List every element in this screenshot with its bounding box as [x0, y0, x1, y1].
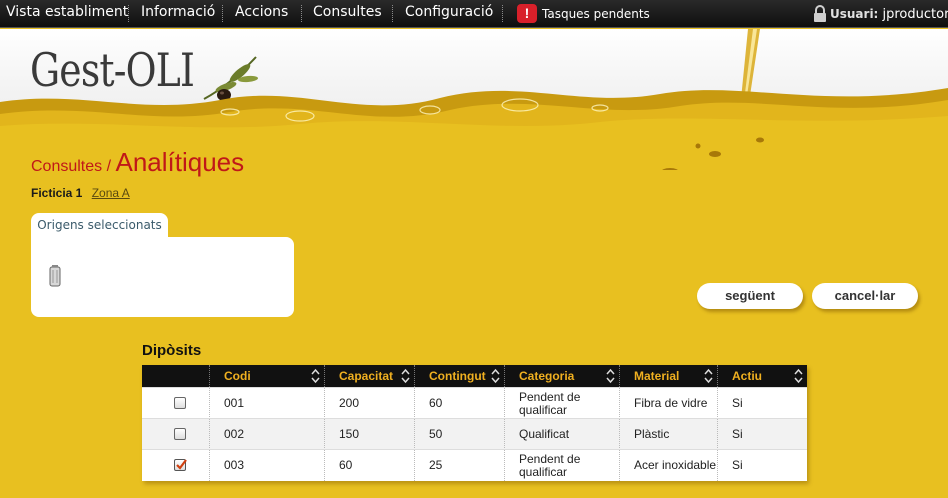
next-button[interactable]: següent — [697, 283, 803, 309]
table-row[interactable]: 002 150 50 Qualificat Plàstic Si — [142, 418, 807, 450]
origins-panel-tab[interactable]: Origens seleccionats — [31, 213, 168, 238]
tab-ficticia-1: Ficticia 1 — [31, 186, 83, 200]
table-title: Dipòsits — [142, 342, 202, 359]
column-label: Codi — [224, 369, 251, 383]
tanks-table: Codi Capacitat Contingut Categoria Mater… — [142, 365, 807, 481]
cell-contingut: 50 — [414, 419, 504, 450]
user-name: jproductor — [882, 7, 948, 22]
column-label: Contingut — [429, 369, 486, 383]
checkmark-icon — [176, 459, 187, 470]
cell-categoria: Qualificat — [504, 419, 619, 450]
sort-icon[interactable] — [491, 368, 500, 384]
row-checkbox[interactable] — [174, 397, 186, 409]
cell-capacitat: 150 — [324, 419, 414, 450]
row-checkbox[interactable] — [174, 428, 186, 440]
menu-separator — [392, 5, 393, 22]
column-label: Actiu — [732, 369, 762, 383]
cell-contingut: 25 — [414, 450, 504, 481]
origins-panel — [31, 237, 294, 317]
cell-material: Fibra de vidre — [619, 388, 717, 419]
cell-codi: 003 — [209, 450, 324, 481]
column-capacitat[interactable]: Capacitat — [324, 365, 414, 387]
column-material[interactable]: Material — [619, 365, 717, 387]
lock-icon — [814, 5, 826, 22]
cell-actiu: Si — [717, 450, 807, 481]
menu-consultes[interactable]: Consultes — [313, 0, 382, 28]
cell-capacitat: 200 — [324, 388, 414, 419]
table-header: Codi Capacitat Contingut Categoria Mater… — [142, 365, 807, 387]
user-label: Usuari: — [830, 7, 879, 21]
cell-material: Plàstic — [619, 419, 717, 450]
row-checkbox[interactable] — [174, 459, 187, 471]
column-contingut[interactable]: Contingut — [414, 365, 504, 387]
sort-icon[interactable] — [606, 368, 615, 384]
menu-vista-establiment[interactable]: Vista establiment — [6, 0, 128, 28]
column-select — [142, 365, 209, 387]
cell-actiu: Si — [717, 419, 807, 450]
cell-material: Acer inoxidable — [619, 450, 717, 481]
cell-codi: 002 — [209, 419, 324, 450]
pending-tasks-link[interactable]: Tasques pendents — [542, 0, 650, 28]
cell-codi: 001 — [209, 388, 324, 419]
menu-separator — [222, 5, 223, 22]
table-row[interactable]: 003 60 25 Pendent de qualificar Acer ino… — [142, 449, 807, 481]
column-label: Material — [634, 369, 680, 383]
column-categoria[interactable]: Categoria — [504, 365, 619, 387]
top-menu-bar: Vista establiment Informació Accions Con… — [0, 0, 948, 28]
cell-contingut: 60 — [414, 388, 504, 419]
menu-separator — [301, 5, 302, 22]
cancel-button[interactable]: cancel·lar — [812, 283, 918, 309]
column-codi[interactable]: Codi — [209, 365, 324, 387]
column-label: Categoria — [519, 369, 575, 383]
table-row[interactable]: 001 200 60 Pendent de qualificar Fibra d… — [142, 387, 807, 419]
cell-actiu: Si — [717, 388, 807, 419]
menu-separator — [502, 5, 503, 22]
tab-zona-a[interactable]: Zona A — [92, 186, 130, 200]
location-tabs: Ficticia 1 Zona A — [31, 186, 130, 200]
menu-configuracio[interactable]: Configuració — [405, 0, 493, 28]
alert-icon[interactable]: ! — [517, 4, 537, 23]
menu-informacio[interactable]: Informació — [141, 0, 215, 28]
user-info[interactable]: Usuari: jproductor — [830, 0, 948, 29]
menu-accions[interactable]: Accions — [235, 0, 288, 28]
page-title: Analítiques — [115, 147, 245, 177]
breadcrumb: Consultes / Analítiques — [31, 147, 244, 178]
cell-capacitat: 60 — [324, 450, 414, 481]
breadcrumb-parent[interactable]: Consultes / — [31, 158, 111, 175]
column-label: Capacitat — [339, 369, 394, 383]
sort-icon[interactable] — [794, 368, 803, 384]
sort-icon[interactable] — [704, 368, 713, 384]
sort-icon[interactable] — [311, 368, 320, 384]
tank-icon — [49, 265, 61, 287]
column-actiu[interactable]: Actiu — [717, 365, 807, 387]
menu-separator — [128, 5, 129, 22]
sort-icon[interactable] — [401, 368, 410, 384]
cell-categoria: Pendent de qualificar — [504, 450, 619, 481]
cell-categoria: Pendent de qualificar — [504, 388, 619, 419]
